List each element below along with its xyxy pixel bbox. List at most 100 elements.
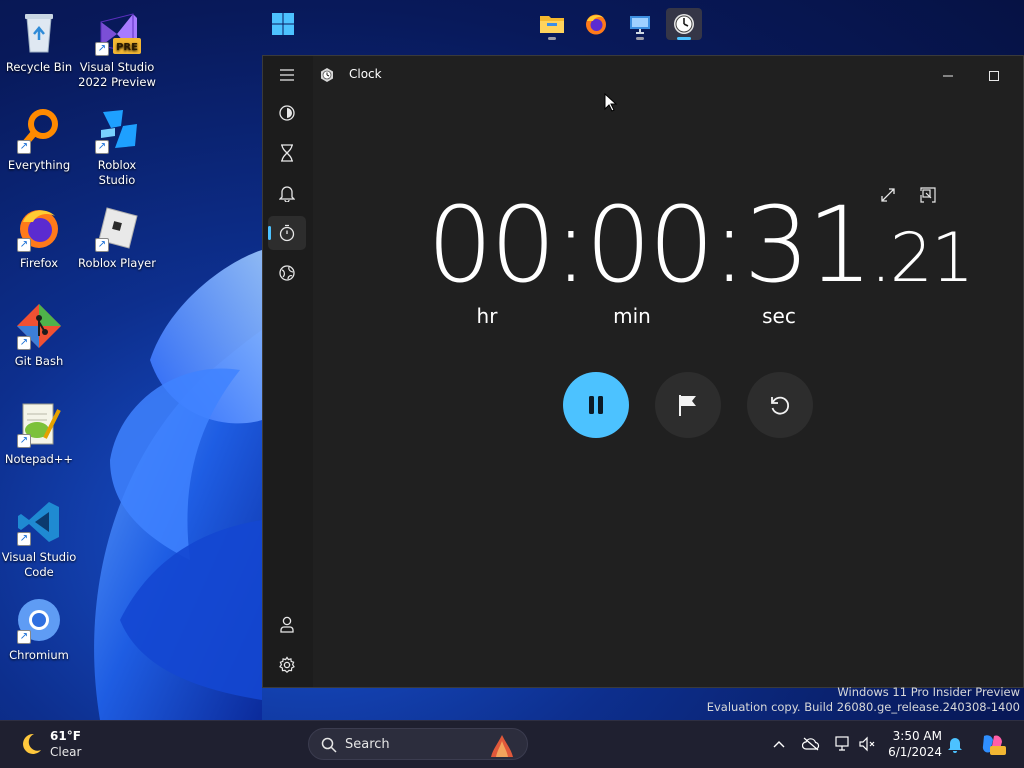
shortcut-arrow-icon: ↗ xyxy=(95,42,109,56)
running-indicator xyxy=(548,37,556,40)
search-icon xyxy=(321,737,337,753)
desktop-icon-recycle-bin[interactable]: Recycle Bin xyxy=(0,8,78,75)
desktop-icon-label: Roblox Studio xyxy=(97,158,137,187)
minimize-button[interactable] xyxy=(925,62,971,90)
cloud-offline-icon xyxy=(802,737,820,751)
running-indicator xyxy=(636,37,644,40)
desktop-icon-firefox[interactable]: ↗ Firefox xyxy=(0,204,78,271)
desktop-icon-chromium[interactable]: ↗ Chromium xyxy=(0,596,78,663)
watermark: Windows 11 Pro Insider Preview Evaluatio… xyxy=(707,685,1020,715)
focus-sessions-icon xyxy=(279,105,295,121)
minutes-value: 00 xyxy=(585,184,714,306)
desktop-icon-label: Chromium xyxy=(9,648,69,662)
minimize-icon xyxy=(943,75,953,77)
desktop-icon-vscode[interactable]: ↗ Visual Studio Code xyxy=(0,498,78,580)
clock-app-icon xyxy=(674,14,694,34)
nav-item-stopwatch[interactable] xyxy=(268,216,306,250)
desktop-icon-visual-studio-preview[interactable]: PRE ↗ Visual Studio 2022 Preview xyxy=(78,8,156,90)
shortcut-arrow-icon: ↗ xyxy=(17,336,31,350)
moon-weather-icon[interactable] xyxy=(18,731,44,757)
fraction-value: .21 xyxy=(870,219,974,298)
unit-min-label: min xyxy=(613,304,651,328)
bell-icon xyxy=(948,738,962,753)
visual-studio-preview-icon: PRE ↗ xyxy=(93,8,141,56)
settings-gear-icon xyxy=(279,656,295,674)
nav-item-timer[interactable] xyxy=(268,136,306,170)
lap-button[interactable] xyxy=(655,372,721,438)
taskbar-remote-desktop[interactable] xyxy=(622,8,658,40)
account-icon xyxy=(280,616,294,633)
nav-item-focus-sessions[interactable] xyxy=(268,96,306,130)
unit-sec-label: sec xyxy=(762,304,796,328)
desktop-icon-everything[interactable]: ↗ Everything xyxy=(0,106,78,173)
time-separator: : xyxy=(553,184,588,306)
firefox-icon xyxy=(586,14,606,35)
watermark-line: Evaluation copy. Build 26080.ge_release.… xyxy=(706,700,1020,714)
maximize-button[interactable] xyxy=(971,62,1017,90)
desktop-icon-label: Roblox Player xyxy=(78,256,156,270)
chevron-up-icon xyxy=(773,741,785,748)
notepadpp-icon: ↗ xyxy=(15,400,63,448)
shortcut-arrow-icon: ↗ xyxy=(95,238,109,252)
pause-button[interactable] xyxy=(563,372,629,438)
weather-temperature[interactable]: 61°F xyxy=(50,729,81,743)
shortcut-arrow-icon: ↗ xyxy=(95,140,109,154)
clock-window: Clock 00:00:31.21 hr min sec xyxy=(262,55,1024,688)
active-indicator xyxy=(677,37,691,40)
pause-icon xyxy=(589,396,603,414)
shortcut-arrow-icon: ↗ xyxy=(17,630,31,644)
everything-search-icon: ↗ xyxy=(15,106,63,154)
git-bash-icon: ↗ xyxy=(15,302,63,350)
shortcut-arrow-icon: ↗ xyxy=(17,434,31,448)
seconds-value: 31 xyxy=(743,184,873,306)
nav-item-account[interactable] xyxy=(268,607,306,641)
tray-volume[interactable] xyxy=(858,736,876,752)
search-placeholder: Search xyxy=(345,737,390,752)
taskbar-time[interactable]: 3:50 AM xyxy=(876,729,942,743)
remote-desktop-icon xyxy=(630,16,650,34)
copilot-pre-icon xyxy=(982,735,1006,755)
network-icon xyxy=(835,736,849,751)
reset-button[interactable] xyxy=(747,372,813,438)
timer-icon xyxy=(281,144,293,162)
copilot-button[interactable] xyxy=(980,732,1006,756)
nav-item-settings[interactable] xyxy=(268,648,306,682)
taskbar-file-explorer[interactable] xyxy=(534,8,570,40)
desktop-icon-roblox-player[interactable]: ↗ Roblox Player xyxy=(78,204,156,271)
recycle-bin-icon xyxy=(15,8,63,56)
desktop-icon-label: Firefox xyxy=(19,256,59,270)
desktop-icon-label: Git Bash xyxy=(14,354,64,368)
desktop-icon-notepadpp[interactable]: ↗ Notepad++ xyxy=(0,400,78,467)
world-clock-icon xyxy=(279,265,295,281)
search-highlight-icon xyxy=(491,735,513,757)
show-hidden-icons-button[interactable] xyxy=(770,736,788,752)
tray-cloud-offline[interactable] xyxy=(802,736,820,752)
shortcut-arrow-icon: ↗ xyxy=(17,532,31,546)
chromium-icon: ↗ xyxy=(15,596,63,644)
unit-hr-label: hr xyxy=(476,304,498,328)
nav-item-world-clock[interactable] xyxy=(268,256,306,290)
desktop-icon-label: Everything xyxy=(7,158,71,172)
taskbar-date[interactable]: 6/1/2024 xyxy=(876,745,942,759)
file-explorer-icon xyxy=(540,16,564,33)
hamburger-menu-button[interactable] xyxy=(268,58,306,92)
nav-item-alarm[interactable] xyxy=(268,176,306,210)
tray-network[interactable] xyxy=(834,736,852,752)
mouse-cursor-icon xyxy=(604,93,618,112)
taskbar-search-box[interactable]: Search xyxy=(308,728,528,760)
alarm-icon xyxy=(279,186,295,202)
vscode-icon: ↗ xyxy=(15,498,63,546)
start-button[interactable] xyxy=(265,8,301,40)
stopwatch-icon xyxy=(279,224,295,242)
notifications-button[interactable] xyxy=(946,736,964,753)
desktop-icon-label: Visual Studio Code xyxy=(1,550,77,579)
taskbar-clock[interactable] xyxy=(666,8,702,40)
windows-logo-icon xyxy=(272,13,294,35)
desktop-icon-roblox-studio[interactable]: ↗ Roblox Studio xyxy=(78,106,156,188)
weather-condition[interactable]: Clear xyxy=(50,745,81,759)
clock-app-icon xyxy=(321,68,333,82)
stopwatch-display: 00:00:31.21 xyxy=(427,184,974,306)
desktop-icon-git-bash[interactable]: ↗ Git Bash xyxy=(0,302,78,369)
desktop-icon-label: Recycle Bin xyxy=(5,60,73,74)
taskbar-firefox[interactable] xyxy=(578,8,614,40)
